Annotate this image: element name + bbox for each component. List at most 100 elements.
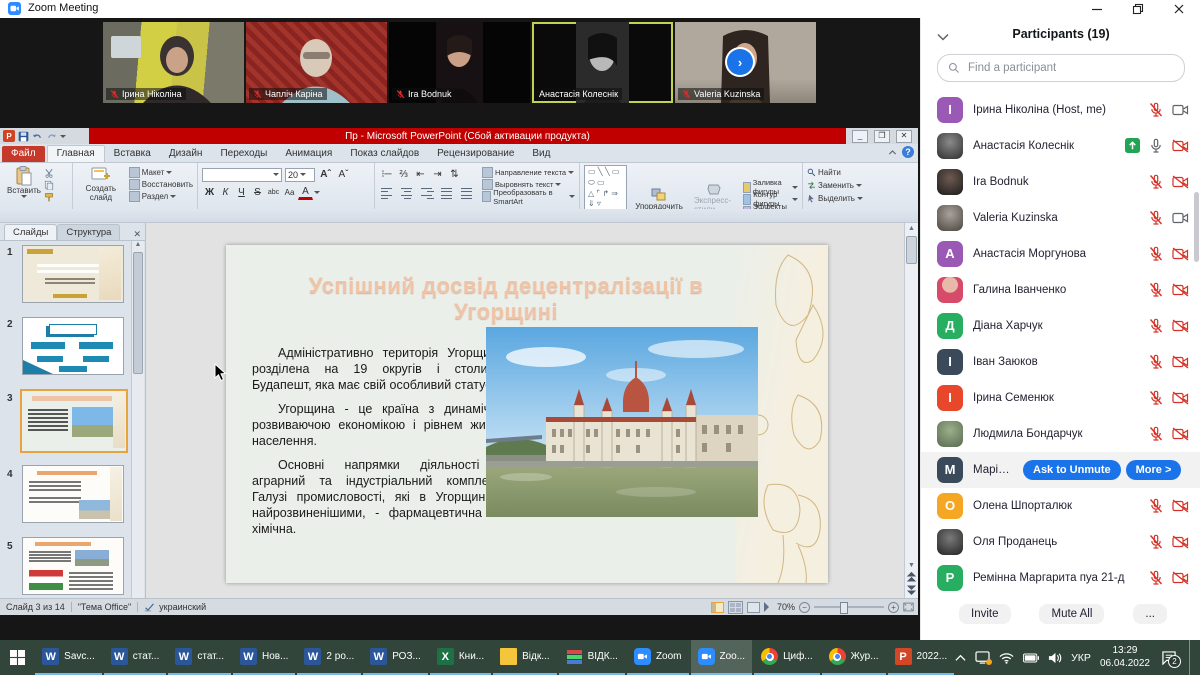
close-icon[interactable] bbox=[1172, 2, 1186, 16]
numbering-icon[interactable]: ⅔ bbox=[396, 167, 411, 182]
taskbar-app-word[interactable]: W 2 ро... bbox=[297, 640, 361, 675]
justify-icon[interactable] bbox=[439, 185, 456, 202]
ask-to-unmute-button[interactable]: Ask to Unmute bbox=[1023, 460, 1121, 480]
bullets-icon[interactable]: ⁝─ bbox=[379, 167, 394, 182]
participant-row[interactable]: Ira Bodnuk bbox=[921, 164, 1200, 200]
show-desktop-button[interactable] bbox=[1189, 640, 1194, 675]
mute-all-button[interactable]: Mute All bbox=[1039, 604, 1104, 624]
taskbar-clock[interactable]: 13:29 06.04.2022 bbox=[1100, 645, 1150, 670]
tab-transitions[interactable]: Переходы bbox=[211, 146, 276, 162]
taskbar-app-word[interactable]: W стат... bbox=[104, 640, 167, 675]
volume-icon[interactable] bbox=[1048, 652, 1062, 664]
participant-row[interactable]: Анастасія Колеснік bbox=[921, 128, 1200, 164]
participant-row[interactable]: A Анастасія Моргунова bbox=[921, 236, 1200, 272]
participant-row[interactable]: I Ірина Ніколіна (Host, me) bbox=[921, 92, 1200, 128]
taskbar-app-zoom[interactable]: Zoom bbox=[627, 640, 689, 675]
shrink-font-icon[interactable]: Aˇ bbox=[336, 167, 351, 182]
align-right-icon[interactable] bbox=[419, 185, 436, 202]
slide-canvas[interactable]: Успішний досвід децентралізації в Угорщи… bbox=[226, 245, 828, 583]
tab-file[interactable]: Файл bbox=[2, 146, 45, 162]
reset-button[interactable]: Восстановить bbox=[129, 179, 193, 190]
taskbar-app-notes[interactable]: Відк... bbox=[493, 640, 556, 675]
ppt-minimize-icon[interactable]: _ bbox=[852, 130, 868, 143]
zoom-slider-thumb[interactable] bbox=[840, 602, 848, 614]
next-videos-button[interactable]: › bbox=[725, 47, 755, 77]
slides-pane-scrollbar[interactable]: ▲ bbox=[131, 241, 144, 598]
taskbar-app-chrome[interactable]: Жур... bbox=[822, 640, 886, 675]
tab-slideshow[interactable]: Показ слайдов bbox=[341, 146, 428, 162]
increase-indent-icon[interactable]: ⇥ bbox=[430, 167, 445, 182]
invite-button[interactable]: Invite bbox=[959, 604, 1011, 624]
start-button[interactable] bbox=[0, 640, 34, 675]
action-center-icon[interactable]: 2 bbox=[1161, 651, 1177, 665]
taskbar-app-zoom-active[interactable]: Zoo... bbox=[691, 640, 753, 675]
taskbar-app-winrar[interactable]: ВІДК... bbox=[559, 640, 625, 675]
tab-home[interactable]: Главная bbox=[47, 145, 105, 162]
customize-qat-icon[interactable] bbox=[60, 135, 66, 138]
search-participant-box[interactable] bbox=[937, 54, 1185, 82]
align-left-icon[interactable] bbox=[379, 185, 396, 202]
select-button[interactable]: Выделить bbox=[807, 193, 914, 204]
language-indicator[interactable]: украинский bbox=[159, 602, 206, 612]
taskbar-app-powerpoint[interactable]: P 2022... bbox=[888, 640, 955, 675]
find-button[interactable]: Найти bbox=[807, 167, 914, 178]
slide-vertical-scrollbar[interactable]: ▲ ▼ bbox=[904, 223, 918, 598]
more-options-button[interactable]: ... bbox=[1133, 604, 1167, 624]
outline-tab[interactable]: Структура bbox=[57, 224, 120, 240]
section-button[interactable]: Раздел bbox=[129, 191, 193, 202]
collapse-ribbon-icon[interactable] bbox=[887, 147, 898, 158]
participant-row[interactable]: P Ремінна Маргарита пуа 21-д bbox=[921, 560, 1200, 596]
font-size-select[interactable]: 20 bbox=[285, 168, 315, 182]
powerpoint-icon[interactable]: P bbox=[3, 130, 15, 142]
previous-slide-button[interactable] bbox=[907, 572, 916, 582]
font-color-button[interactable]: А bbox=[298, 186, 313, 200]
normal-view-icon[interactable] bbox=[711, 602, 724, 613]
participant-row[interactable]: O Олена Шпорталюк bbox=[921, 488, 1200, 524]
scroll-thumb[interactable] bbox=[133, 252, 143, 374]
tab-insert[interactable]: Вставка bbox=[105, 146, 160, 162]
copy-icon[interactable] bbox=[44, 180, 54, 190]
participant-row-hovered[interactable]: M Марія... Ask to Unmute More > bbox=[921, 452, 1200, 488]
zoom-in-icon[interactable]: + bbox=[888, 602, 899, 613]
taskbar-app-word[interactable]: W РОЗ... bbox=[363, 640, 428, 675]
tray-app-icon[interactable] bbox=[975, 651, 990, 664]
participant-row[interactable]: Галина Іванченко bbox=[921, 272, 1200, 308]
search-participant-input[interactable] bbox=[966, 61, 1174, 75]
participants-scrollbar[interactable] bbox=[1194, 192, 1199, 262]
columns-icon[interactable] bbox=[459, 185, 476, 202]
minimize-icon[interactable] bbox=[1090, 2, 1104, 16]
change-case-button[interactable]: Аа bbox=[282, 185, 297, 200]
underline-button[interactable]: Ч bbox=[234, 185, 249, 200]
tab-animations[interactable]: Анимация bbox=[276, 146, 341, 162]
video-tile[interactable]: Чапліч Каріна bbox=[246, 22, 387, 103]
wifi-icon[interactable] bbox=[999, 652, 1014, 664]
scroll-up-icon[interactable]: ▲ bbox=[132, 241, 144, 248]
slide-thumbnail-4[interactable] bbox=[22, 465, 124, 523]
scroll-up-icon[interactable]: ▲ bbox=[908, 223, 915, 232]
reading-view-icon[interactable] bbox=[747, 602, 760, 613]
taskbar-app-word[interactable]: W Нов... bbox=[233, 640, 295, 675]
tab-view[interactable]: Вид bbox=[523, 146, 559, 162]
video-tile[interactable]: Ira Bodnuk bbox=[389, 22, 530, 103]
fit-to-window-icon[interactable] bbox=[903, 602, 914, 612]
battery-icon[interactable] bbox=[1023, 653, 1039, 663]
restore-icon[interactable] bbox=[1131, 2, 1145, 16]
slideshow-view-icon[interactable] bbox=[764, 602, 769, 612]
participant-row[interactable]: Valeria Kuzinska bbox=[921, 200, 1200, 236]
more-button[interactable]: More > bbox=[1126, 460, 1182, 480]
zoom-out-icon[interactable]: − bbox=[799, 602, 810, 613]
text-direction-button[interactable]: Направление текста bbox=[482, 167, 575, 178]
close-pane-icon[interactable]: ✕ bbox=[133, 229, 141, 240]
ppt-restore-icon[interactable]: ❐ bbox=[874, 130, 890, 143]
convert-smartart-button[interactable]: Преобразовать в SmartArt bbox=[482, 191, 575, 202]
video-tile-active-speaker[interactable]: Анастасія Колеснік bbox=[532, 22, 673, 103]
participant-row[interactable]: I Ірина Семенюк bbox=[921, 380, 1200, 416]
line-spacing-icon[interactable]: ⇅ bbox=[447, 167, 462, 182]
grow-font-icon[interactable]: Aˆ bbox=[318, 167, 333, 182]
slide-thumbnail-3-active[interactable] bbox=[20, 389, 128, 453]
slide-sorter-view-icon[interactable] bbox=[728, 601, 743, 614]
font-family-select[interactable] bbox=[202, 168, 282, 182]
slide-body-text[interactable]: Адміністративно територія Угорщини розді… bbox=[252, 345, 504, 545]
save-icon[interactable] bbox=[18, 131, 29, 142]
slide-thumbnail-5[interactable] bbox=[22, 537, 124, 595]
